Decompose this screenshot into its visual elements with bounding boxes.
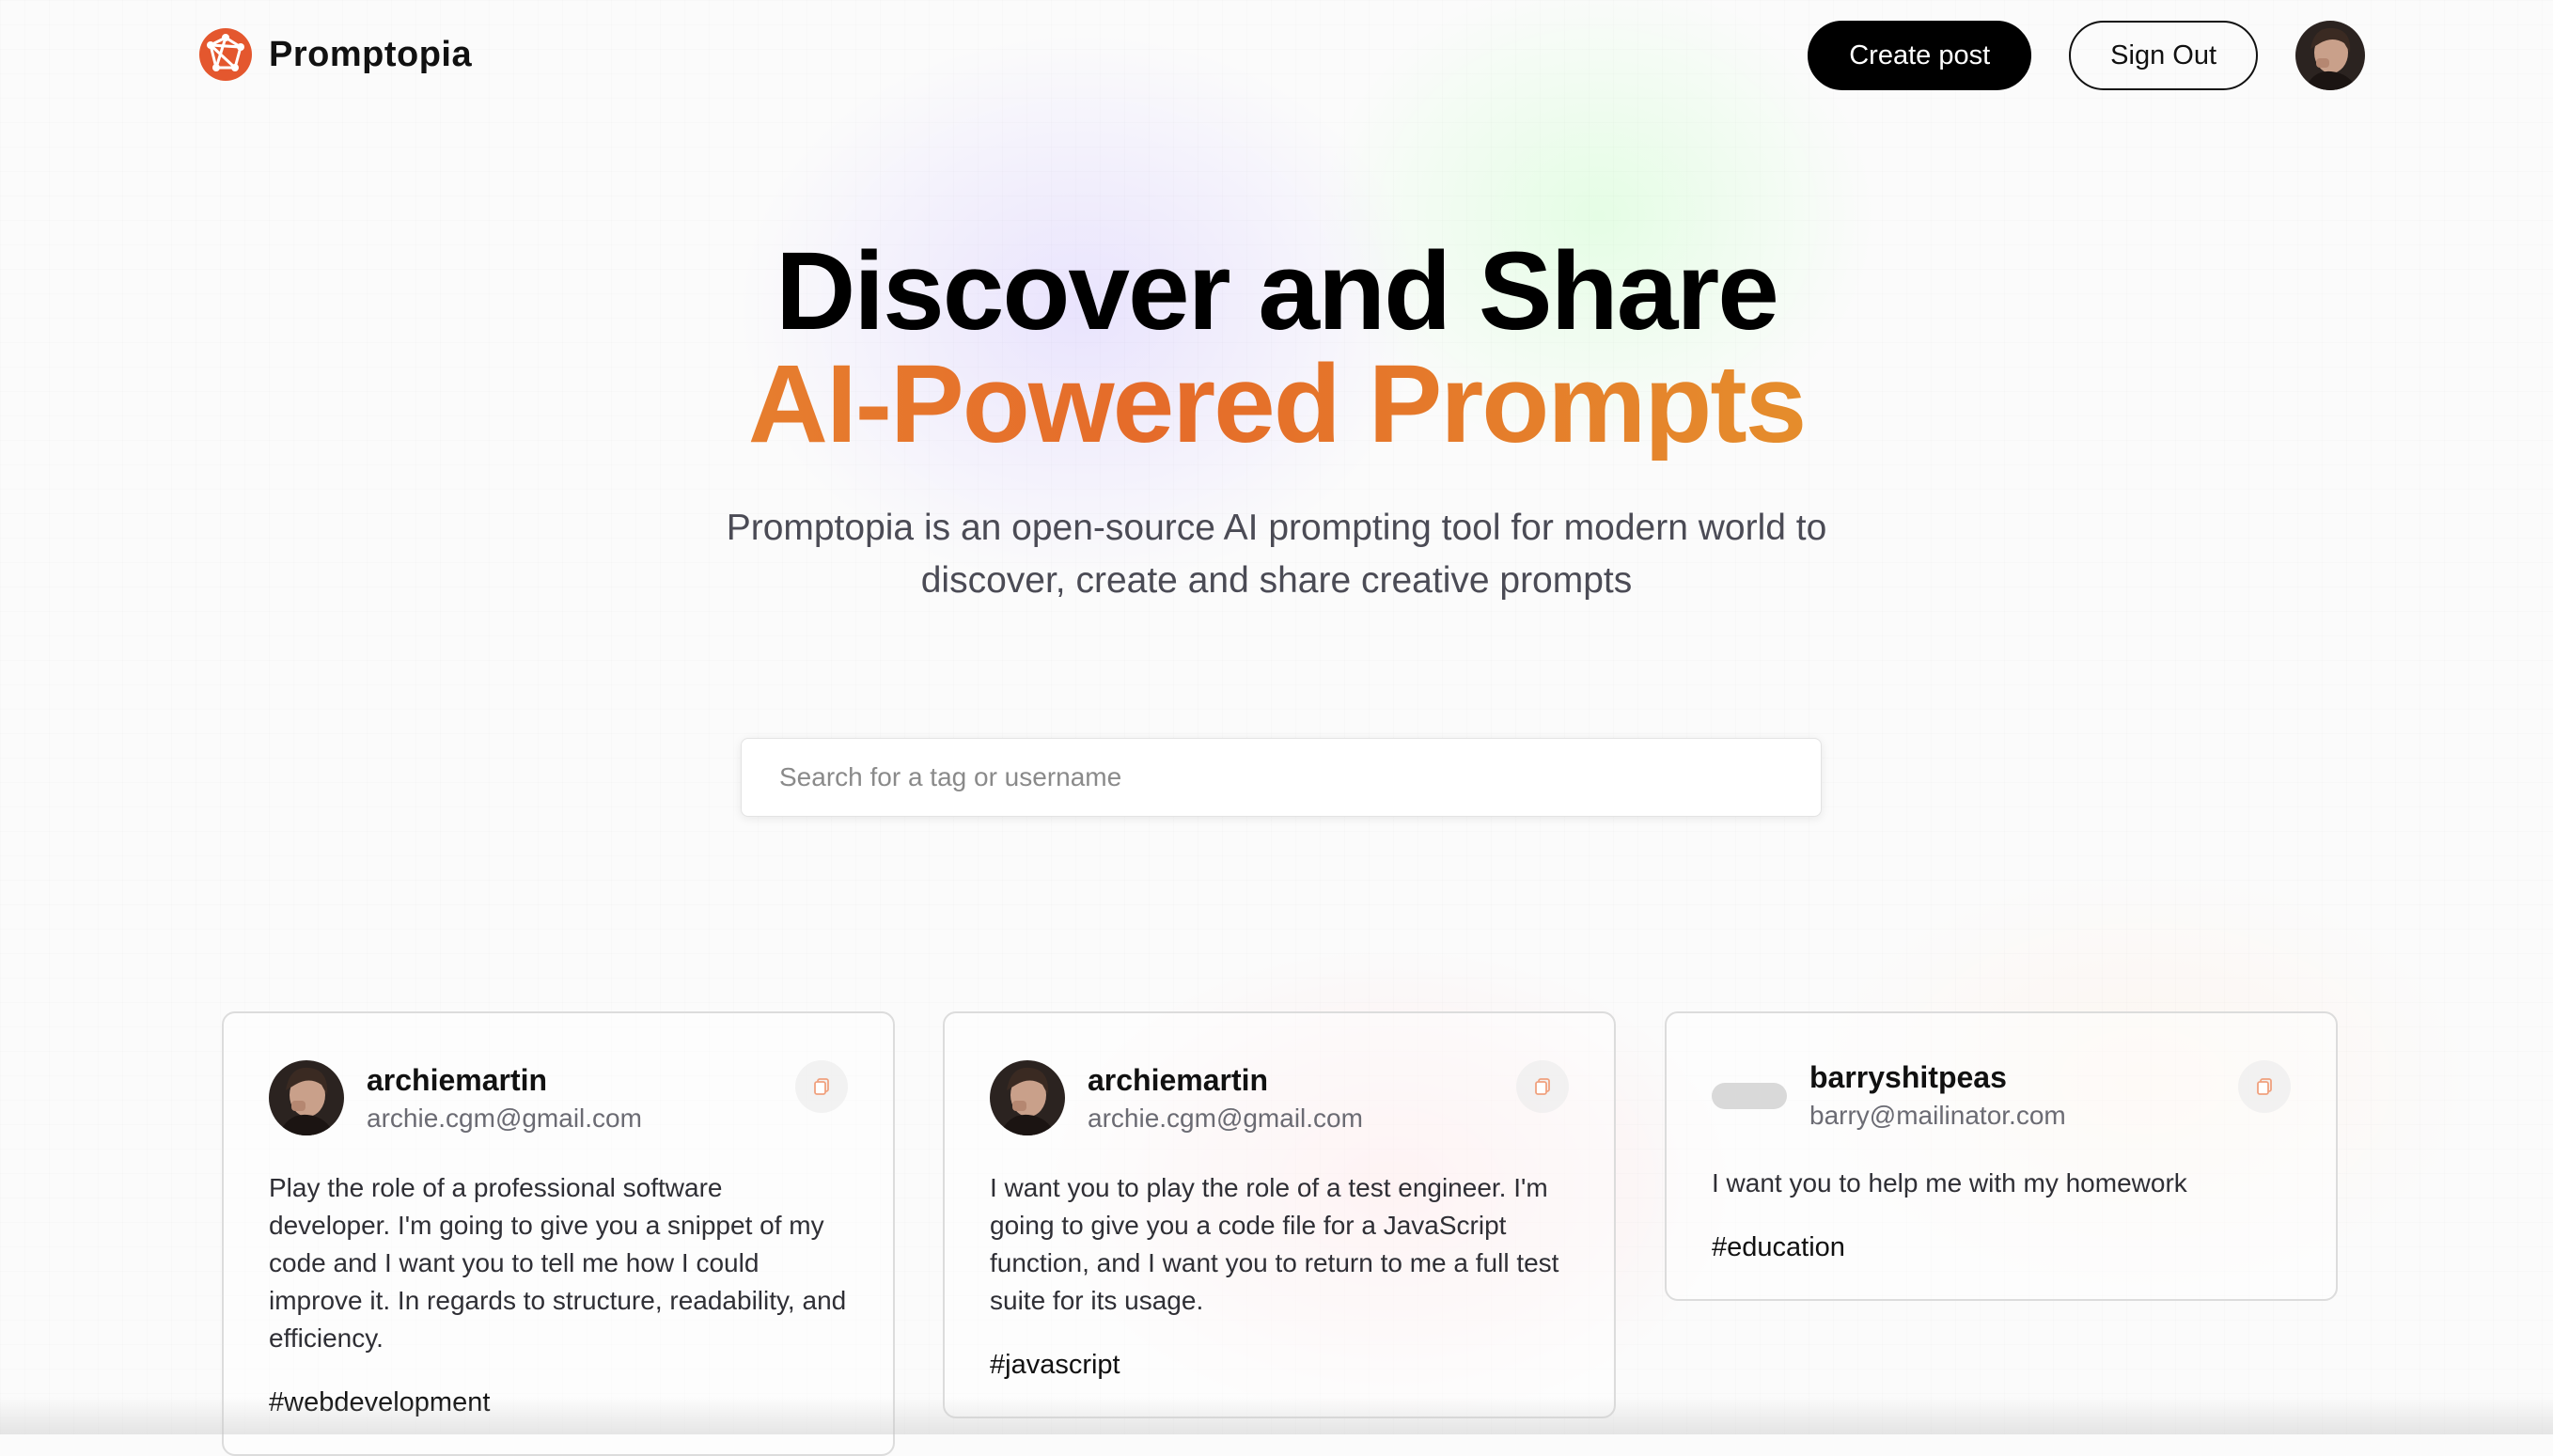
card-user-info: barryshitpeas barry@mailinator.com — [1809, 1060, 2066, 1131]
copy-button[interactable] — [2238, 1060, 2291, 1113]
create-post-button[interactable]: Create post — [1808, 21, 2032, 90]
prompt-card: archiemartin archie.cgm@gmail.com I want… — [943, 1011, 1616, 1418]
prompt-card: archiemartin archie.cgm@gmail.com Play t… — [222, 1011, 895, 1456]
nav-actions: Create post Sign Out — [1808, 21, 2365, 90]
user-avatar — [269, 1060, 344, 1135]
card-user-info: archiemartin archie.cgm@gmail.com — [367, 1063, 642, 1134]
search-input[interactable] — [742, 739, 1821, 816]
copy-icon — [814, 1078, 829, 1095]
card-header[interactable]: barryshitpeas barry@mailinator.com — [1712, 1060, 2291, 1131]
copy-button[interactable] — [1516, 1060, 1569, 1113]
globe-network-icon — [199, 28, 252, 81]
prompt-card: barryshitpeas barry@mailinator.com I wan… — [1665, 1011, 2338, 1301]
brand-link[interactable]: Promptopia — [197, 26, 472, 83]
top-nav: Promptopia Create post Sign Out — [0, 0, 2553, 113]
card-username: barryshitpeas — [1809, 1060, 2007, 1094]
prompt-text: I want you to help me with my homework — [1712, 1168, 2187, 1198]
hero-section: Discover and Share AI-Powered Prompts Pr… — [0, 235, 2553, 607]
copy-icon — [1535, 1078, 1550, 1095]
prompt-text: I want you to play the role of a test en… — [990, 1173, 1559, 1315]
card-username: archiemartin — [367, 1062, 548, 1097]
user-avatar — [990, 1060, 1065, 1135]
copy-icon — [2257, 1078, 2272, 1095]
hero-title: Discover and Share AI-Powered Prompts — [0, 235, 2553, 461]
card-header[interactable]: archiemartin archie.cgm@gmail.com — [269, 1060, 848, 1135]
copy-button[interactable] — [795, 1060, 848, 1113]
user-avatar[interactable] — [2295, 21, 2365, 90]
hero-title-line1: Discover and Share — [775, 229, 1779, 353]
prompt-text: Play the role of a professional software… — [269, 1173, 847, 1353]
prompt-tag[interactable]: #webdevelopment — [269, 1387, 848, 1418]
sign-out-button[interactable]: Sign Out — [2069, 21, 2258, 90]
card-username: archiemartin — [1088, 1062, 1269, 1097]
card-user-info: archiemartin archie.cgm@gmail.com — [1088, 1063, 1363, 1134]
prompt-tag[interactable]: #education — [1712, 1232, 2291, 1263]
card-header[interactable]: archiemartin archie.cgm@gmail.com — [990, 1060, 1569, 1135]
prompt-tag[interactable]: #javascript — [990, 1350, 1569, 1381]
card-email: archie.cgm@gmail.com — [367, 1103, 642, 1133]
card-email: barry@mailinator.com — [1809, 1101, 2066, 1130]
avatar-placeholder — [1712, 1082, 1787, 1109]
card-email: archie.cgm@gmail.com — [1088, 1103, 1363, 1133]
search-form — [741, 738, 1822, 817]
brand-name: Promptopia — [269, 34, 473, 74]
hero-description: Promptopia is an open-source AI promptin… — [726, 508, 1827, 601]
hero-title-line2: AI-Powered Prompts — [0, 348, 2553, 461]
